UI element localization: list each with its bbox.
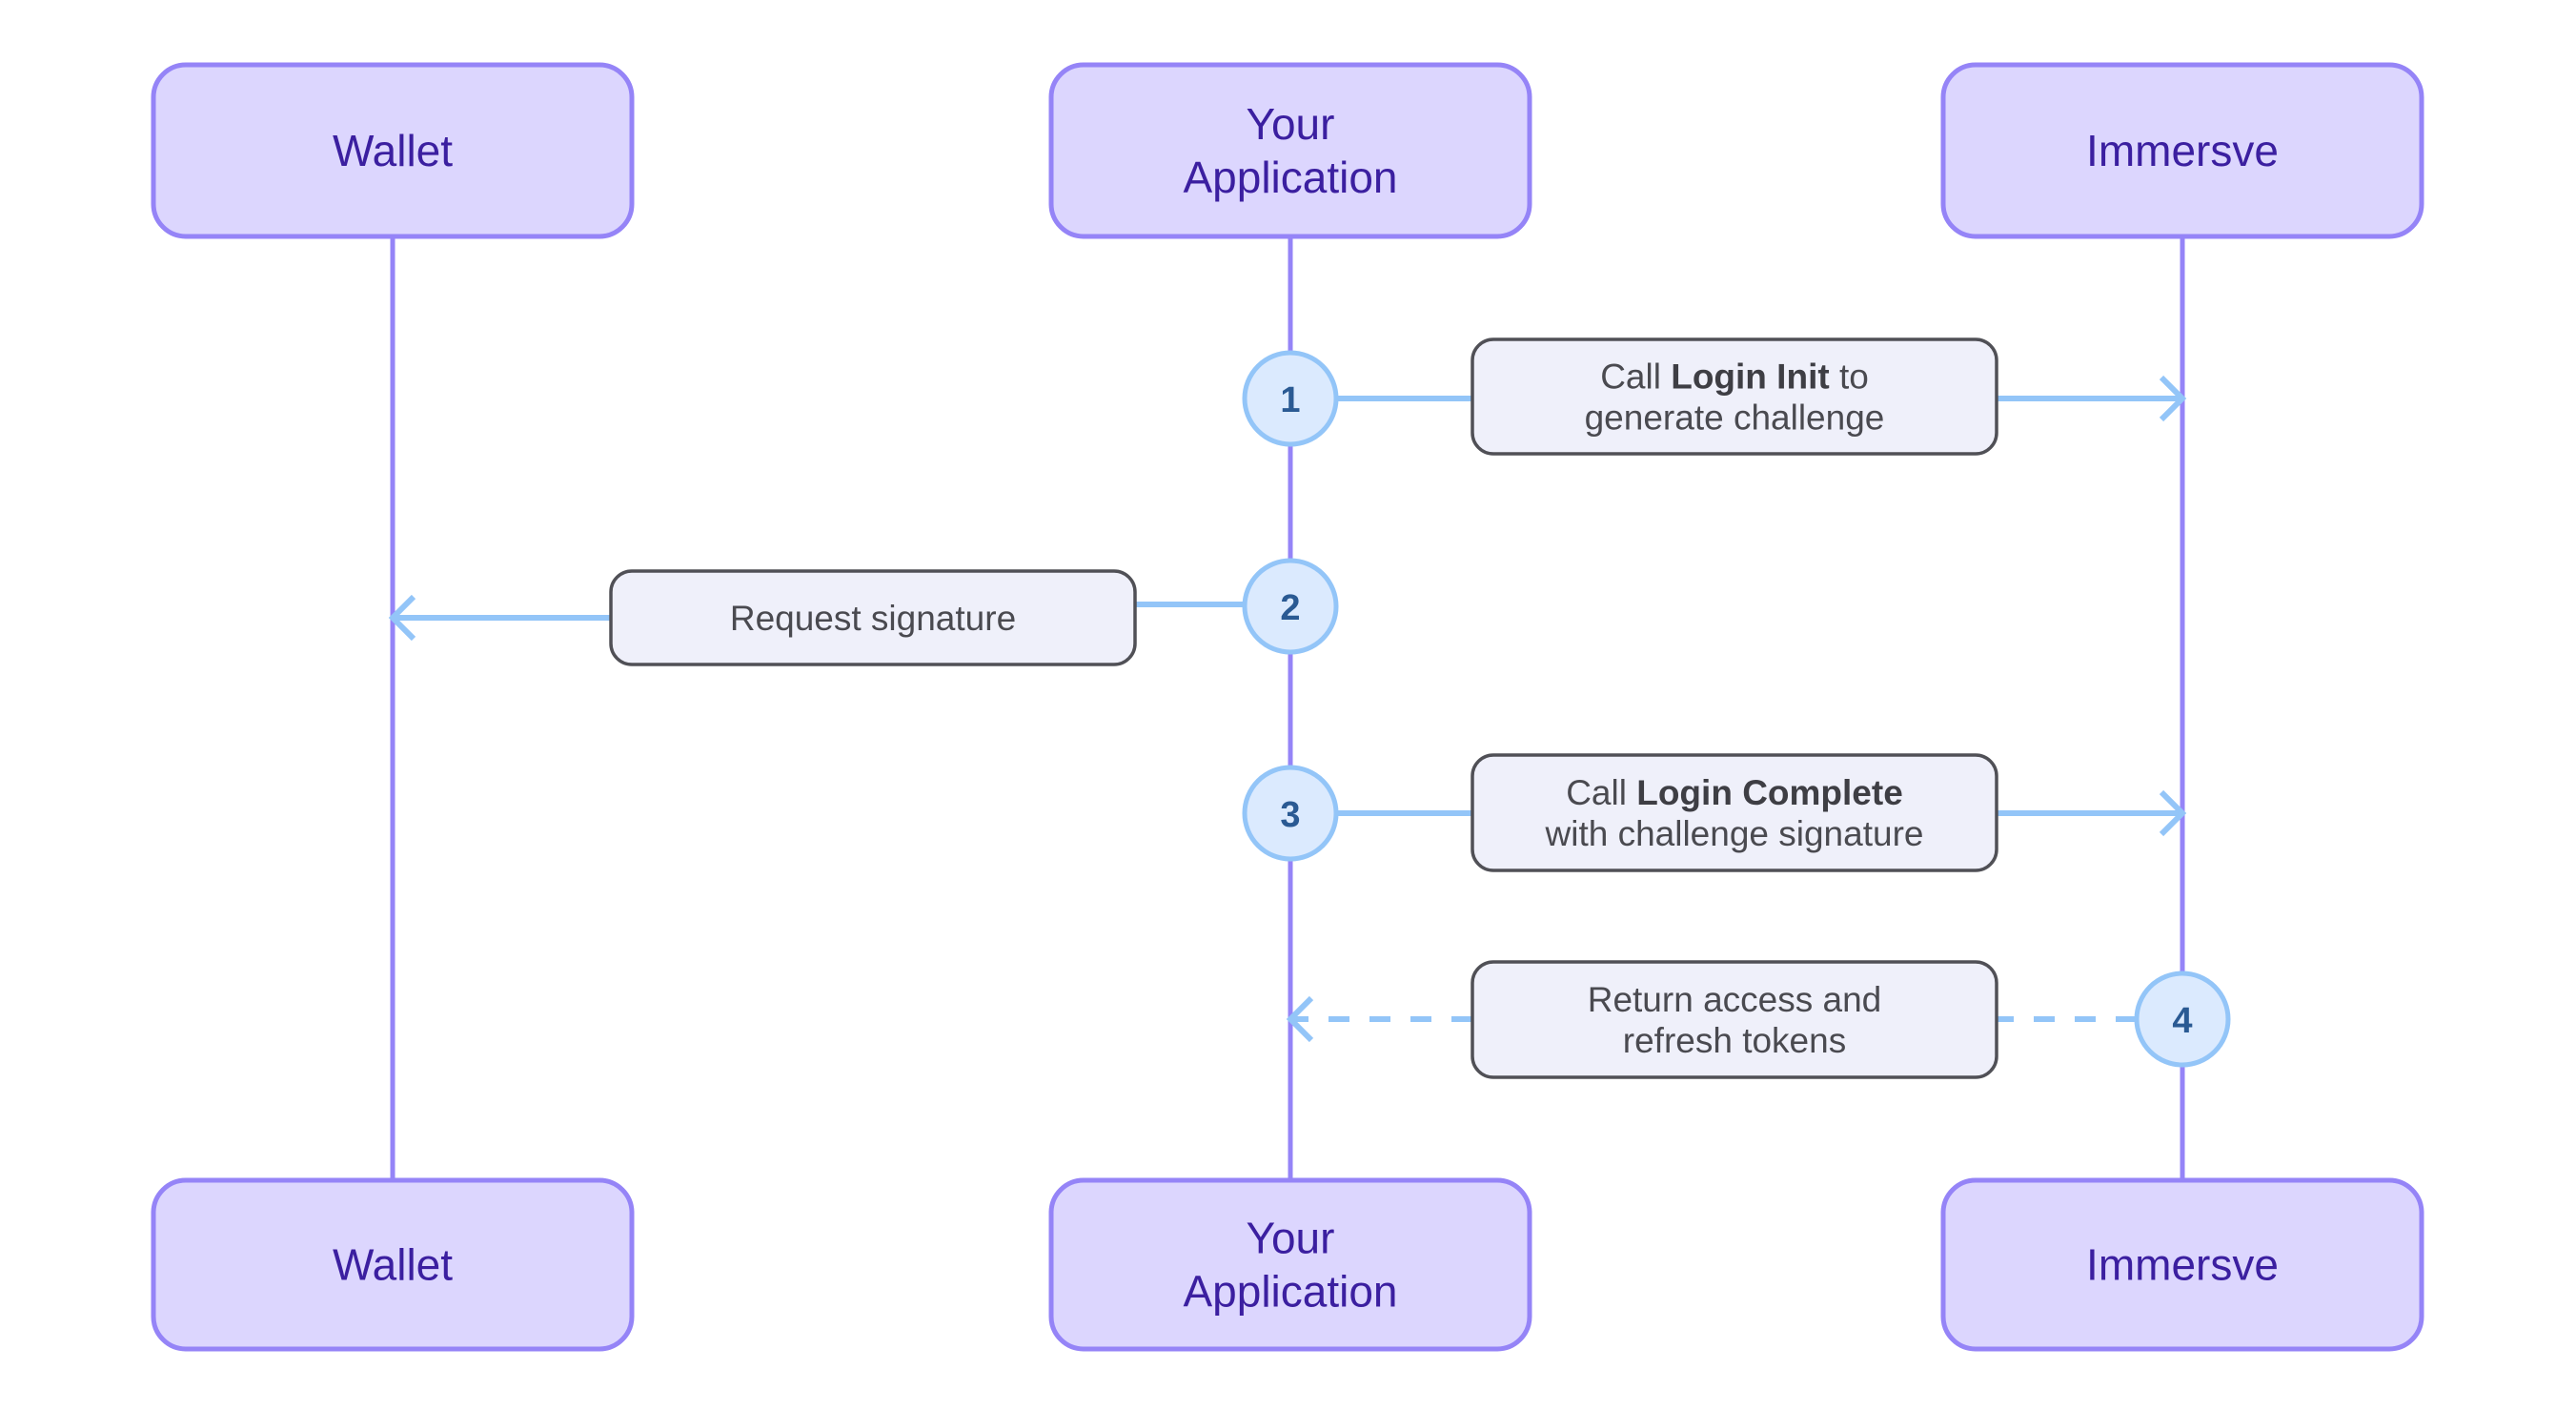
step-number: 4 [2172,1001,2192,1041]
message-label-text: Call [1600,358,1671,397]
message-step-1: Call Login Init togenerate challenge 1 [1242,337,2187,456]
actor-label: Wallet [333,1240,453,1290]
actor-wallet-top: Wallet [151,62,635,239]
sequence-diagram: Call Login Init togenerate challenge 1 Req… [151,62,2424,1352]
step-number: 3 [1280,795,1300,835]
message-label-text: to [1830,358,1869,397]
step-badge: 1 [1242,350,1339,447]
step-badge: 2 [1242,558,1339,655]
actor-app-top: YourApplication [1048,62,1532,239]
message-label-emphasis: Login Init [1671,358,1829,397]
actor-label: Immersve [2086,126,2279,175]
message-label: Request signature [730,599,1016,638]
actor-label: Application [1183,1267,1397,1317]
message-label-emphasis: Login Complete [1636,773,1903,812]
message-label-box: Return access andrefresh tokens [1471,960,1998,1079]
step-number: 1 [1280,380,1300,420]
message-label: generate challenge [1585,398,1885,438]
message-label: with challenge signature [1545,814,1924,853]
message-label-text: Return access and [1588,980,1882,1019]
actor-immersve-bottom: Immersve [1940,1177,2424,1352]
actor-immersve-top: Immersve [1940,62,2424,239]
actor-label: Wallet [333,126,453,175]
message-label: Call Login Init to [1600,358,1869,397]
message-label-box: Request signature [609,569,1137,666]
message-label: Return access and [1588,980,1882,1019]
messages: Call Login Init togenerate challenge 1 Req… [388,337,2231,1079]
message-label-text: with challenge signature [1545,814,1924,853]
message-step-2: Request signature 2 [388,558,1339,666]
message-step-3: Call Login Completewith challenge signat… [1242,753,2187,872]
actor-label: Application [1183,153,1397,202]
message-label: refresh tokens [1623,1021,1846,1060]
message-step-4: Return access andrefresh tokens 4 [1286,960,2231,1079]
message-label: Call Login Complete [1566,773,1903,812]
step-badge: 4 [2134,971,2231,1068]
actor-wallet-bottom: Wallet [151,1177,635,1352]
message-label-text: Request signature [730,599,1016,638]
message-label-box: Call Login Completewith challenge signat… [1471,753,1998,872]
actor-box [1048,1177,1532,1352]
message-label-text: refresh tokens [1623,1021,1846,1060]
actor-label: Your [1247,99,1335,149]
actor-label: Your [1247,1214,1335,1263]
step-number: 2 [1280,588,1300,628]
actors: WalletWalletYourApplicationYourApplicati… [151,62,2424,1352]
actor-label: Immersve [2086,1240,2279,1290]
actor-app-bottom: YourApplication [1048,1177,1532,1352]
message-label-text: generate challenge [1585,398,1885,438]
message-label-box: Call Login Init togenerate challenge [1471,337,1998,456]
message-label-text: Call [1566,773,1636,812]
actor-box [1048,62,1532,239]
step-badge: 3 [1242,765,1339,862]
